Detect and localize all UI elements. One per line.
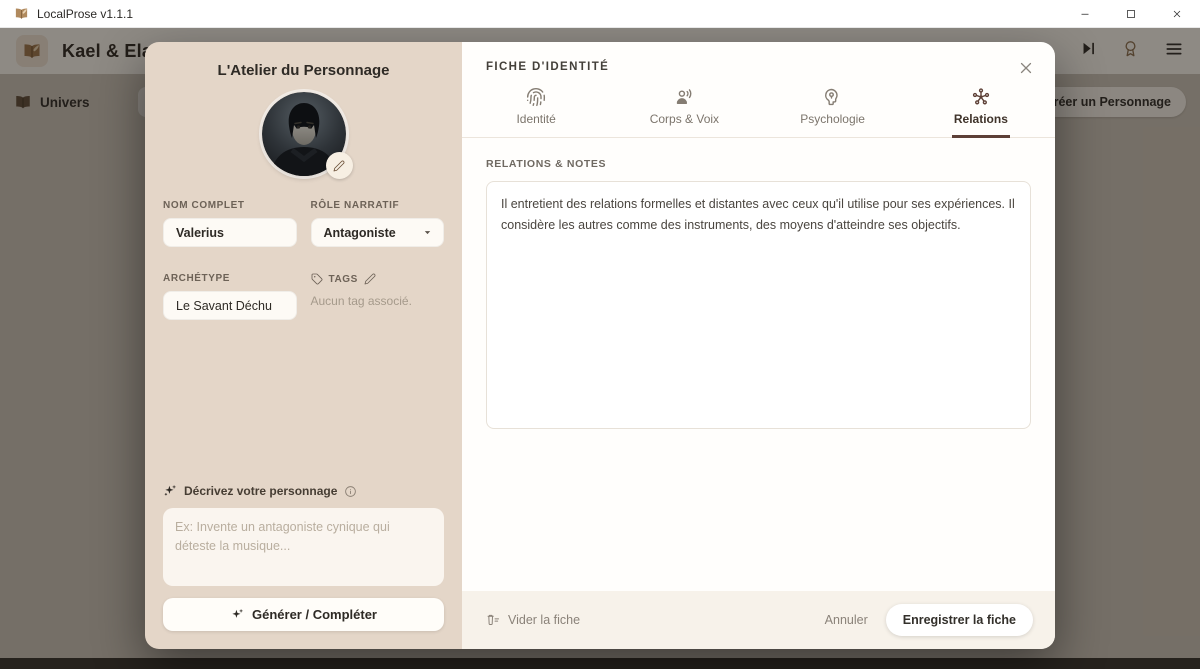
role-select[interactable]: Antagoniste	[310, 218, 444, 247]
ai-describe-label: Décrivez votre personnage	[184, 484, 338, 498]
archetype-input[interactable]	[163, 291, 297, 320]
identity-sheet-panel: FICHE D'IDENTITÉ Identité Corps & Voix P…	[462, 42, 1055, 649]
field-name: NOM COMPLET	[163, 200, 297, 247]
field-archetype: ARCHÉTYPE	[163, 273, 297, 320]
field-tags: TAGS Aucun tag associé.	[311, 273, 445, 320]
trash-icon	[487, 614, 500, 626]
edit-avatar-button[interactable]	[325, 152, 353, 179]
tab-psychologie[interactable]: Psychologie	[759, 87, 907, 137]
name-input[interactable]	[163, 218, 297, 247]
window-titlebar: LocalProse v1.1.1	[0, 0, 1200, 28]
fingerprint-icon	[527, 87, 546, 107]
clear-sheet-label: Vider la fiche	[508, 613, 581, 627]
sparkles-icon	[163, 484, 177, 498]
sheet-title: FICHE D'IDENTITÉ	[486, 61, 610, 73]
tags-empty-text: Aucun tag associé.	[310, 294, 412, 308]
save-sheet-button[interactable]: Enregistrer la fiche	[885, 604, 1033, 636]
role-label: RÔLE NARRATIF	[310, 200, 400, 211]
ai-prompt-textarea[interactable]	[163, 508, 444, 586]
sparkles-icon	[230, 608, 244, 622]
info-icon[interactable]	[344, 485, 357, 498]
tab-corps-voix-label: Corps & Voix	[649, 112, 720, 126]
window-title: LocalProse v1.1.1	[37, 6, 134, 21]
field-role: RÔLE NARRATIF Antagoniste	[310, 200, 444, 247]
voice-icon	[677, 89, 692, 104]
tab-corps-voix[interactable]: Corps & Voix	[610, 87, 758, 137]
clear-sheet-button[interactable]: Vider la fiche	[486, 613, 580, 627]
generate-button-label: Générer / Compléter	[252, 607, 377, 622]
tab-identite[interactable]: Identité	[462, 87, 610, 137]
sheet-footer: Vider la fiche Annuler Enregistrer la fi…	[462, 591, 1055, 649]
generate-button[interactable]: Générer / Compléter	[163, 598, 444, 631]
tab-relations-label: Relations	[953, 112, 1008, 126]
archetype-label: ARCHÉTYPE	[163, 273, 231, 284]
edit-tags-icon[interactable]	[364, 273, 376, 285]
tab-identite-label: Identité	[516, 112, 556, 126]
close-modal-icon[interactable]	[1017, 59, 1035, 77]
close-window-icon[interactable]	[1154, 0, 1200, 27]
name-label: NOM COMPLET	[163, 200, 245, 211]
workshop-panel: L'Atelier du Personnage NOM COMPLET Vale…	[145, 42, 462, 649]
tags-label: TAGS	[328, 273, 358, 285]
app-logo-icon	[14, 6, 29, 21]
network-icon	[972, 88, 990, 105]
sheet-tabs: Identité Corps & Voix Psychologie Relati…	[462, 87, 1055, 138]
psychology-head-icon	[824, 88, 838, 106]
relations-notes-textarea[interactable]: Il entretient des relations formelles et…	[486, 181, 1031, 429]
workshop-title: L'Atelier du Personnage	[217, 62, 390, 79]
active-tab-underline	[951, 135, 1010, 138]
chevron-down-icon	[421, 226, 434, 239]
cancel-button[interactable]: Annuler	[825, 613, 868, 627]
tab-relations[interactable]: Relations	[907, 87, 1055, 138]
maximize-icon[interactable]	[1108, 0, 1154, 27]
character-workshop-modal: L'Atelier du Personnage NOM COMPLET Vale…	[145, 42, 1055, 649]
relations-section-label: RELATIONS & NOTES	[486, 158, 607, 170]
minimize-icon[interactable]	[1062, 0, 1108, 27]
tag-icon	[311, 273, 322, 285]
role-select-value: Antagoniste	[323, 225, 396, 240]
tab-psychologie-label: Psychologie	[800, 112, 865, 126]
